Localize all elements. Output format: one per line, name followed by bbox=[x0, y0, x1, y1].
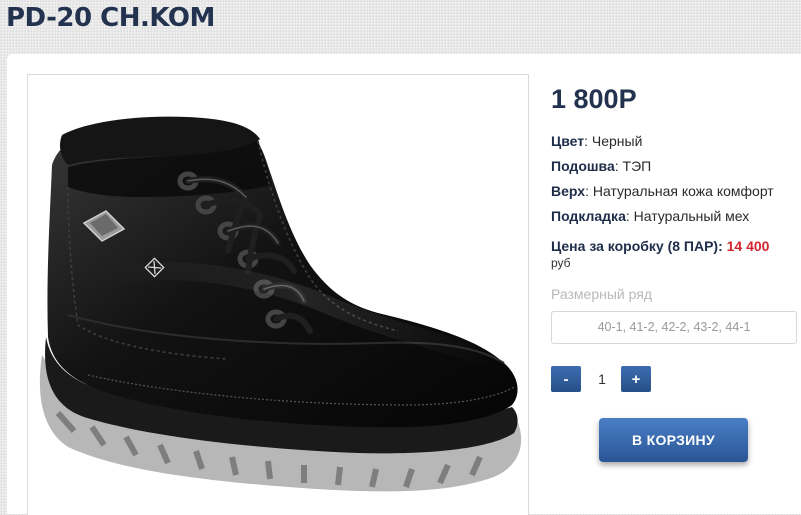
spec-color: Цвет: Черный bbox=[551, 133, 643, 149]
spec-label: Подкладка bbox=[551, 208, 626, 224]
product-image[interactable] bbox=[27, 74, 529, 515]
spec-value: ТЭП bbox=[622, 158, 652, 174]
box-price-amount: 14 400 bbox=[726, 238, 770, 254]
product-card: 1 800Р Цвет: Черный Подошва: ТЭП Верх: Н… bbox=[7, 54, 801, 515]
quantity-value[interactable]: 1 bbox=[587, 366, 617, 392]
quantity-increase-button[interactable]: + bbox=[621, 366, 651, 392]
size-range-label: Размерный ряд bbox=[551, 286, 653, 302]
boot-image bbox=[39, 116, 522, 492]
spec-lining: Подкладка: Натуральный мех bbox=[551, 208, 750, 224]
box-price: Цена за коробку (8 ПАР): 14 400 bbox=[551, 238, 769, 254]
spec-value: Натуральная кожа комфорт bbox=[592, 183, 774, 199]
box-price-label: Цена за коробку (8 ПАР): bbox=[551, 238, 723, 254]
spec-label: Верх bbox=[551, 183, 586, 199]
spec-label: Цвет bbox=[551, 133, 585, 149]
box-price-unit: руб bbox=[551, 256, 571, 270]
spec-upper: Верх: Натуральная кожа комфорт bbox=[551, 183, 774, 199]
spec-value: Натуральный мех bbox=[633, 208, 750, 224]
add-to-cart-button[interactable]: В КОРЗИНУ bbox=[599, 418, 748, 462]
spec-sole: Подошва: ТЭП bbox=[551, 158, 652, 174]
spec-label: Подошва bbox=[551, 158, 615, 174]
product-price: 1 800Р bbox=[551, 84, 637, 114]
quantity-decrease-button[interactable]: - bbox=[551, 366, 581, 392]
spec-value: Черный bbox=[591, 133, 643, 149]
page-title: PD-20 CH.KOM bbox=[6, 3, 215, 33]
size-range-select[interactable]: 40-1, 41-2, 42-2, 43-2, 44-1 bbox=[551, 311, 797, 344]
